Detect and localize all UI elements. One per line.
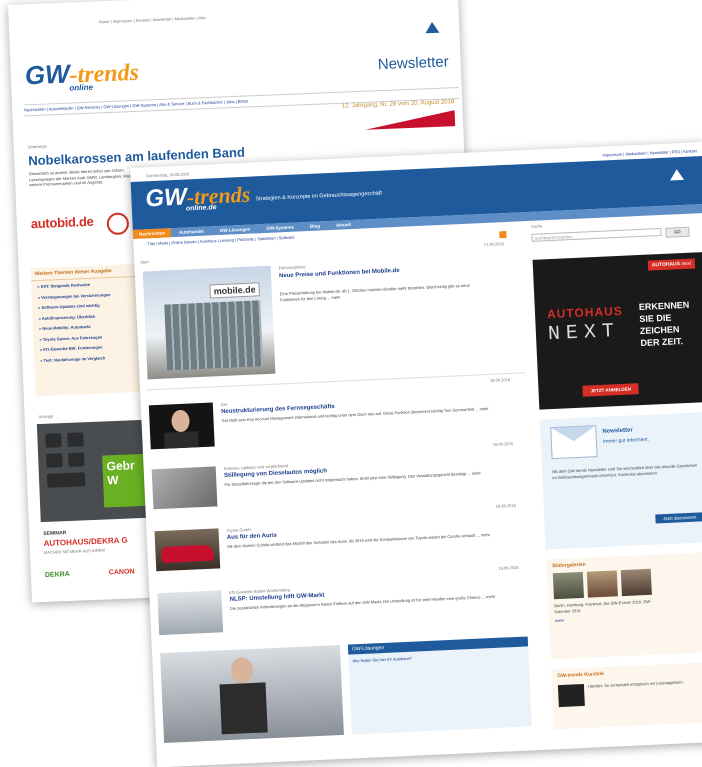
list-item[interactable]: » Toyota Gazoo: Aus Fahrzeugen (39, 332, 147, 342)
date-line: Donnerstag, 16.08.2018 (146, 171, 190, 179)
newsletter-box: Newsletter Immer gut informiert. Mit dem… (539, 411, 702, 550)
gw-loesungen-box: GW-Lösungen Wie finden Sie hier Ihr Auto… (347, 636, 532, 735)
breadcrumb[interactable]: Start (140, 259, 149, 264)
ad-label: Anzeige (38, 413, 54, 420)
tab-gw-loesungen[interactable]: GW-Lösungen (211, 224, 258, 235)
autohaus-badge: AUTOHAUS next (647, 258, 696, 271)
article-date: 16.08.2018 (489, 376, 511, 383)
key-icon (68, 452, 85, 467)
top-links[interactable]: Home | Impressum | Kontakt | Newsletter … (99, 15, 206, 24)
newsletter-sub: Immer gut informiert. (602, 436, 650, 445)
search-label: Suche (530, 223, 543, 229)
red-accent (364, 110, 456, 130)
tagline: Strategien & Konzepte im Gebrauchtwageng… (255, 190, 383, 203)
newsletter-page-front: Donnerstag, 16.08.2018 Impressum | Media… (130, 141, 702, 767)
list-item[interactable]: » DAT: Steigende Restwerte (37, 280, 145, 290)
list-item[interactable]: » Autofinanzierung: Überblick (38, 311, 146, 321)
article-date: 16.08.2018 (492, 440, 514, 447)
mobile-de-sign: mobile.de (209, 282, 260, 299)
article-thumb[interactable]: mobile.de (142, 265, 276, 380)
gallery-thumb[interactable] (620, 568, 652, 597)
logo[interactable]: GW-trends online (24, 56, 139, 95)
seminar-sub: MACHEN SIE MEHR AUS IHREM (43, 547, 105, 555)
gallery-thumb[interactable] (552, 571, 584, 600)
article-date: 16.08.2018 (498, 564, 519, 571)
seminar-brand[interactable]: AUTOHAUS/DEKRA G (43, 536, 127, 548)
gallery-thumb[interactable] (586, 570, 618, 598)
brand-badge-icon (106, 212, 130, 236)
autohaus-next-ad[interactable]: AUTOHAUS next AUTOHAUS NEXT ERKENNEN SIE… (532, 252, 702, 410)
newsletter-button[interactable]: Jetzt abonnieren (654, 512, 702, 524)
article-kicker: Toyota GmbH (226, 526, 252, 533)
search-button[interactable]: GO (665, 226, 690, 238)
list-item[interactable]: » Kfz-Gewerbe BW: Forderungen (40, 343, 148, 353)
tab-gw-systeme[interactable]: GW-Systeme (258, 222, 302, 233)
newsletter-title: Newsletter (377, 53, 449, 74)
list-item[interactable]: » Versteigerungen bei Versicherungen (38, 290, 146, 300)
kicker: Unterwegs (27, 143, 47, 150)
triangle-icon (425, 21, 440, 34)
bottom-photo[interactable] (160, 644, 344, 744)
envelope-icon (550, 425, 598, 460)
newsletter-title: Newsletter (602, 427, 633, 435)
list-item[interactable]: » Test: Neufahrzeuge im Vergleich (40, 353, 148, 363)
rss-icon[interactable] (499, 230, 507, 239)
article-kicker: Grit (220, 401, 228, 408)
dekra-logo: DEKRA (44, 570, 70, 579)
article-thumb[interactable] (151, 466, 218, 510)
article-thumb[interactable] (148, 402, 215, 450)
list-item[interactable]: » Neue Mobility: Automarkt (39, 322, 147, 332)
gallery-box: Bildergalerien Berlin, Hamburg, Frankfur… (546, 551, 702, 660)
tab-nachrichten[interactable]: Nachrichten (132, 228, 172, 239)
key-icon (67, 432, 84, 447)
article-thumb[interactable] (157, 590, 224, 636)
key-icon (46, 453, 63, 468)
article-date: 16.08.2018 (495, 502, 516, 509)
ad-button[interactable]: JETZT ANMELDEN (582, 383, 640, 397)
autobid-logo[interactable]: autobid.de (30, 214, 93, 232)
ad-claim: ERKENNEN SIE DIE ZEICHEN DER ZEIT. (638, 299, 690, 349)
article-text: Eine Preiserhöhung bei Mobile.de: ab 1. … (279, 282, 470, 302)
article-title[interactable]: Neue Preise und Funktionen bei Mobile.de (279, 264, 489, 279)
list-item[interactable]: » Software-Updates sind wichtig (38, 301, 146, 311)
shortcut-box: GW-trends Kurzlink Händler: So verhandel… (551, 661, 702, 730)
newsletter-text: Mit dem GW-trends Newsletter sind Sie wö… (552, 462, 698, 480)
ad-autohaus: AUTOHAUS (546, 303, 624, 322)
key-icon (45, 433, 62, 448)
article-date: 17.08.2018 (483, 241, 504, 248)
ad-next: NEXT (547, 319, 621, 347)
key-icon (46, 472, 86, 488)
tab-aktuell[interactable]: Aktuell (328, 220, 359, 230)
article-kicker: Fahrzeugbörse (278, 264, 306, 271)
tab-blog[interactable]: Blog (302, 221, 328, 231)
triangle-icon (669, 168, 685, 181)
search-input[interactable]: Suchbegriff eingeben (531, 227, 662, 242)
canon-logo: CANON (108, 568, 135, 577)
shortcut-thumb[interactable] (557, 683, 585, 708)
tab-autohandel[interactable]: Autohandel (171, 226, 212, 237)
seminar-label: SEMINAR (43, 530, 67, 538)
logo[interactable]: GW-trends online.de (145, 181, 251, 215)
article-thumb[interactable] (154, 528, 221, 572)
